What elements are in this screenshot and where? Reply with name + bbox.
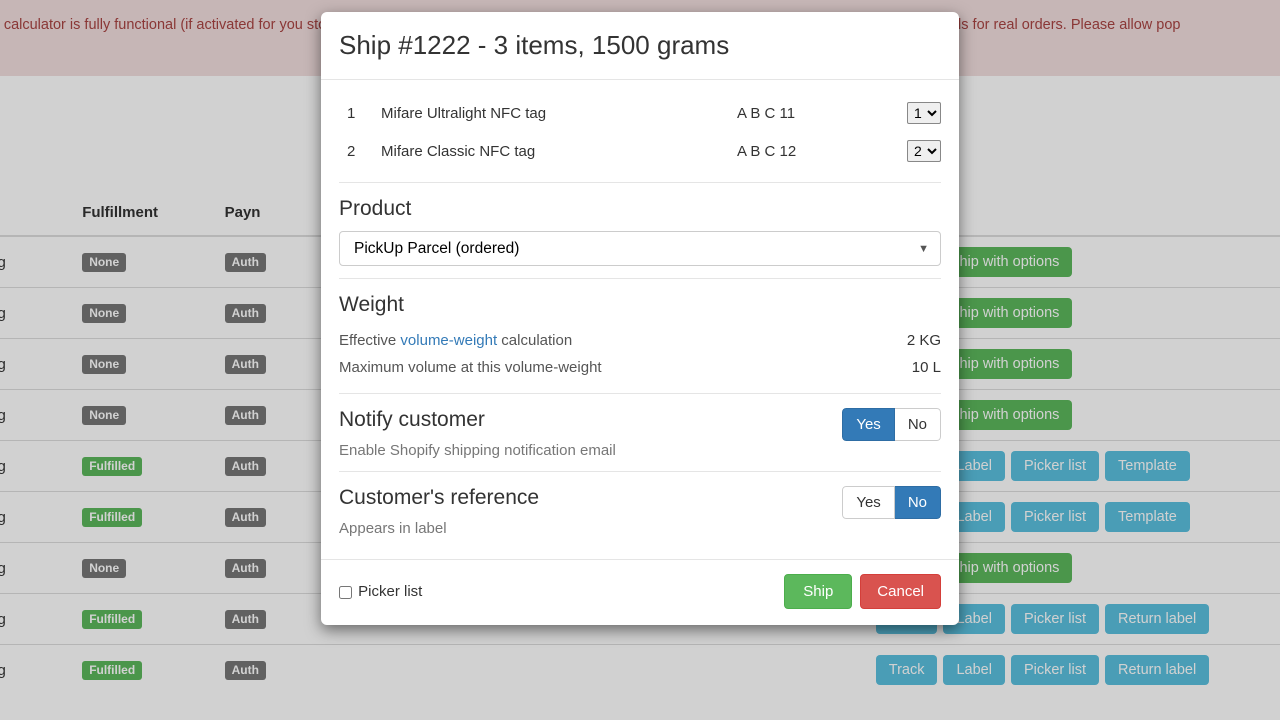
line-item-row: 2Mifare Classic NFC tagA B C 122 (339, 132, 941, 170)
reference-section-sub: Appears in label (339, 520, 539, 537)
notify-toggle: Yes No (842, 408, 941, 441)
picker-list-checkbox[interactable] (339, 586, 352, 599)
line-item-index: 2 (339, 143, 381, 160)
max-volume-label: Maximum volume at this volume-weight (339, 359, 602, 376)
line-item-row: 1Mifare Ultralight NFC tagA B C 111 (339, 94, 941, 132)
effective-weight-label: Effective volume-weight calculation (339, 332, 572, 349)
weight-section-title: Weight (339, 293, 941, 317)
reference-section-title: Customer's reference (339, 486, 539, 510)
line-item-name: Mifare Classic NFC tag (381, 143, 737, 160)
volume-weight-link[interactable]: volume-weight (400, 332, 497, 349)
line-item-qty-select[interactable]: 1 (907, 102, 941, 124)
reference-yes-button[interactable]: Yes (842, 486, 894, 519)
reference-toggle: Yes No (842, 486, 941, 519)
reference-no-button[interactable]: No (895, 486, 941, 519)
modal-title: Ship #1222 - 3 items, 1500 grams (339, 30, 941, 61)
cancel-button[interactable]: Cancel (860, 574, 941, 609)
max-volume-value: 10 L (912, 359, 941, 376)
line-item-location: A B C 11 (737, 105, 907, 122)
product-select[interactable]: PickUp Parcel (ordered) (339, 231, 941, 266)
notify-yes-button[interactable]: Yes (842, 408, 894, 441)
notify-no-button[interactable]: No (895, 408, 941, 441)
notify-section-sub: Enable Shopify shipping notification ema… (339, 442, 616, 459)
effective-weight-value: 2 KG (907, 332, 941, 349)
ship-button[interactable]: Ship (784, 574, 852, 609)
modal-header: Ship #1222 - 3 items, 1500 grams (321, 12, 959, 80)
line-item-qty-select[interactable]: 2 (907, 140, 941, 162)
line-item-location: A B C 12 (737, 143, 907, 160)
ship-modal: Ship #1222 - 3 items, 1500 grams 1Mifare… (321, 12, 959, 625)
product-section-title: Product (339, 197, 941, 221)
line-item-name: Mifare Ultralight NFC tag (381, 105, 737, 122)
picker-list-label[interactable]: Picker list (339, 583, 422, 600)
notify-section-title: Notify customer (339, 408, 616, 432)
line-item-index: 1 (339, 105, 381, 122)
